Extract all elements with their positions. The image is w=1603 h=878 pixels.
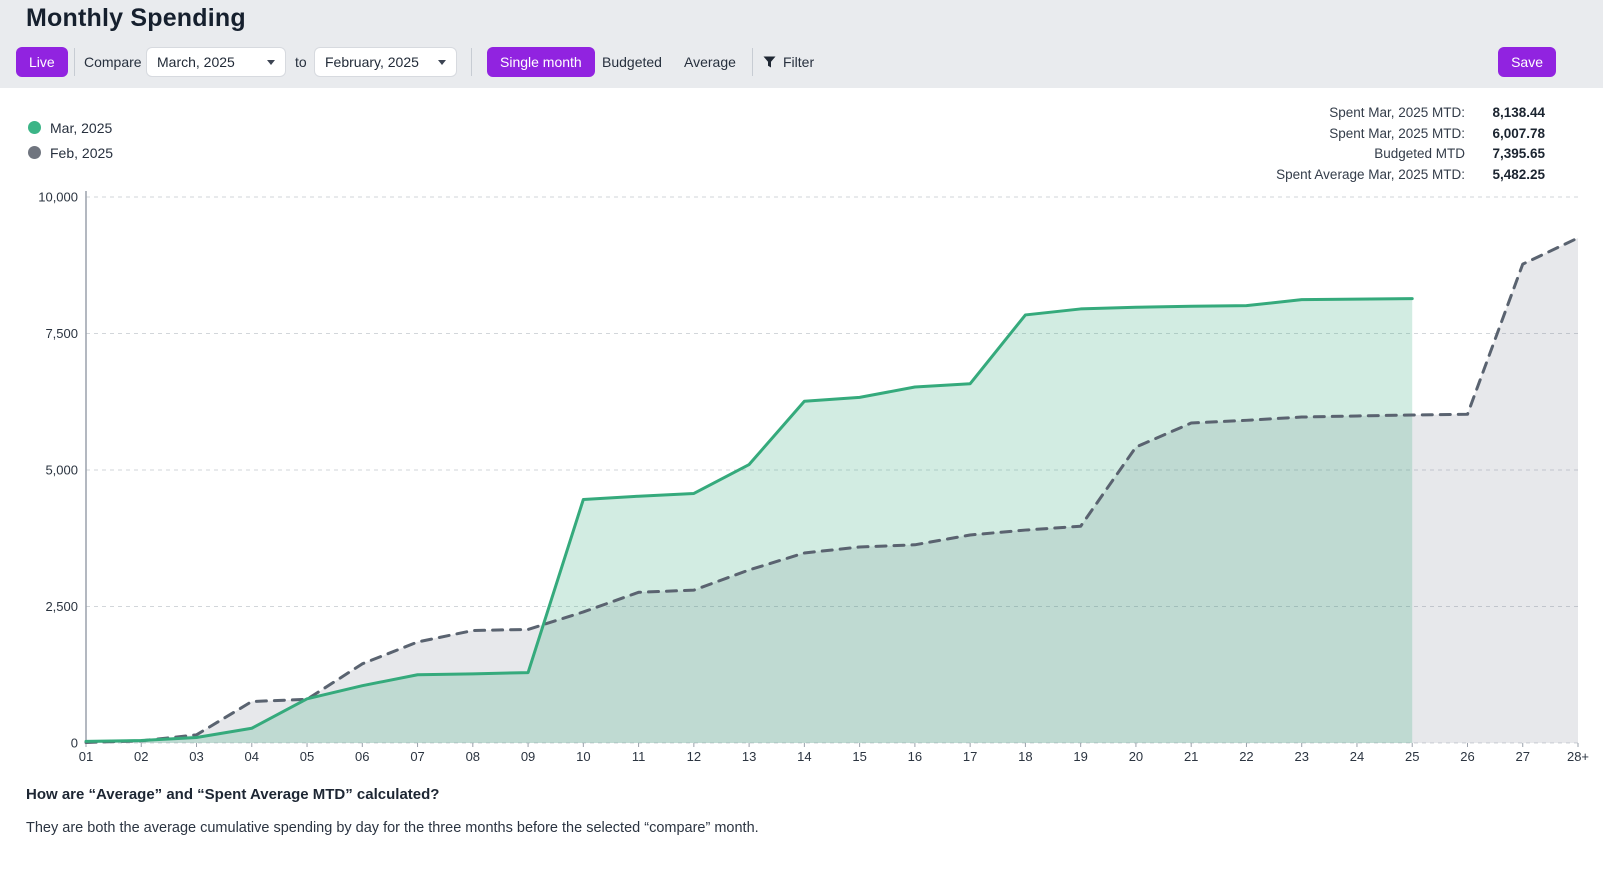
svg-text:26: 26 [1460,749,1474,764]
svg-text:07: 07 [410,749,424,764]
legend-item-mar-2025: Mar, 2025 [28,115,113,140]
svg-text:09: 09 [521,749,535,764]
svg-text:10: 10 [576,749,590,764]
svg-text:11: 11 [632,749,646,764]
stat-value: 7,395.65 [1479,144,1545,165]
svg-text:05: 05 [300,749,314,764]
filter-funnel-icon [763,56,776,68]
summary-stats: Spent Mar, 2025 MTD: 8,138.44 Spent Mar,… [1276,103,1545,185]
legend-label: Feb, 2025 [50,145,113,161]
svg-text:15: 15 [852,749,866,764]
svg-text:20: 20 [1129,749,1143,764]
svg-text:06: 06 [355,749,369,764]
compare-to-select[interactable]: February, 2025 [314,47,457,77]
average-button[interactable]: Average [678,47,742,77]
live-button[interactable]: Live [16,47,68,77]
svg-text:16: 16 [908,749,922,764]
stat-label: Spent Mar, 2025 MTD: [1276,124,1465,145]
legend-item-feb-2025: Feb, 2025 [28,140,113,165]
stat-value: 5,482.25 [1479,165,1545,186]
svg-text:0: 0 [71,736,78,751]
to-label: to [295,47,307,77]
svg-text:28+: 28+ [1567,749,1589,764]
svg-text:25: 25 [1405,749,1419,764]
svg-text:22: 22 [1239,749,1253,764]
stat-label: Budgeted MTD [1276,144,1465,165]
filter-button[interactable]: Filter [763,47,814,77]
svg-text:21: 21 [1184,749,1198,764]
filter-label: Filter [783,54,814,70]
chart-legend: Mar, 2025 Feb, 2025 [28,115,113,165]
svg-text:10,000: 10,000 [38,190,78,205]
svg-text:12: 12 [687,749,701,764]
spending-chart: 0 2,500 5,000 7,500 10,000 01 02 03 04 05 06 07 08 09… [0,88,1603,878]
svg-text:5,000: 5,000 [45,463,78,478]
svg-text:02: 02 [134,749,148,764]
svg-text:18: 18 [1018,749,1032,764]
toolbar: Live Compare March, 2025 to February, 20… [0,47,1603,77]
stat-label: Spent Average Mar, 2025 MTD: [1276,165,1465,186]
legend-dot-mar [28,121,41,134]
chevron-down-icon [438,60,446,65]
svg-text:7,500: 7,500 [45,326,78,341]
svg-text:17: 17 [963,749,977,764]
svg-text:2,500: 2,500 [45,599,78,614]
svg-text:24: 24 [1350,749,1364,764]
single-month-button[interactable]: Single month [487,47,595,77]
svg-text:23: 23 [1294,749,1308,764]
legend-dot-feb [28,146,41,159]
stat-label: Spent Mar, 2025 MTD: [1276,103,1465,124]
compare-from-select[interactable]: March, 2025 [146,47,286,77]
svg-text:27: 27 [1516,749,1530,764]
svg-text:03: 03 [189,749,203,764]
toolbar-divider [471,48,472,76]
svg-text:19: 19 [1073,749,1087,764]
svg-text:04: 04 [245,749,259,764]
footer-answer: They are both the average cumulative spe… [26,820,759,836]
budgeted-button[interactable]: Budgeted [596,47,668,77]
save-button[interactable]: Save [1498,47,1556,77]
stat-value: 8,138.44 [1479,103,1545,124]
page-title: Monthly Spending [26,4,246,33]
compare-from-value: March, 2025 [157,54,235,70]
svg-text:01: 01 [79,749,93,764]
chevron-down-icon [267,60,275,65]
svg-text:14: 14 [797,749,811,764]
footer-question: How are “Average” and “Spent Average MTD… [26,786,439,803]
toolbar-divider [752,48,753,76]
legend-label: Mar, 2025 [50,120,112,136]
compare-to-value: February, 2025 [325,54,419,70]
svg-text:13: 13 [742,749,756,764]
stat-value: 6,007.78 [1479,124,1545,145]
compare-label: Compare [84,47,142,77]
chart-panel: 0 2,500 5,000 7,500 10,000 01 02 03 04 05 06 07 08 09… [0,88,1603,878]
svg-text:08: 08 [466,749,480,764]
toolbar-divider [74,48,75,76]
